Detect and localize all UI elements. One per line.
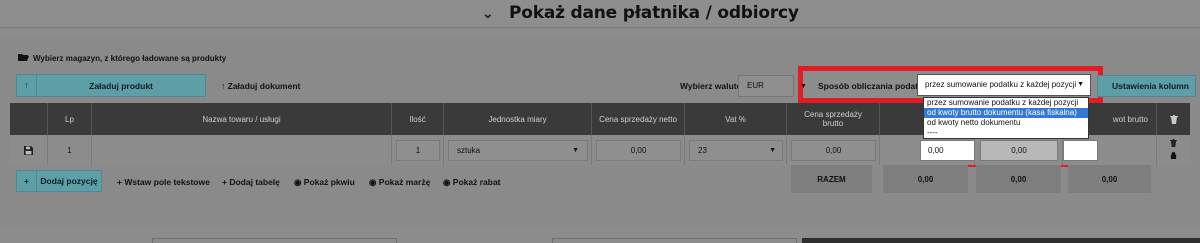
plus-icon: +	[17, 171, 37, 191]
total-gross: 0,00	[1068, 165, 1151, 193]
gross-value-input[interactable]	[1063, 140, 1098, 161]
th-gross-price: Cena sprzedaży brutto	[787, 103, 880, 135]
total-net: 0,00	[883, 165, 968, 193]
cell-name[interactable]	[92, 135, 392, 165]
tax-method-dropdown: przez sumowanie podatku z każdej pozycji…	[923, 97, 1089, 139]
lock-icon[interactable]	[1170, 152, 1177, 161]
folder-open-icon	[18, 53, 29, 63]
th-qty: Ilość	[392, 103, 444, 135]
caret-down-icon: ▼	[1077, 81, 1084, 88]
column-settings-button[interactable]: Ustawienia kolumn	[1097, 75, 1196, 97]
tax-method-label: Sposób obliczania podatku	[818, 81, 929, 91]
unit-select[interactable]: sztuka ▼	[448, 140, 588, 161]
cell-gross-value	[1063, 135, 1157, 165]
show-pkwiu-label: Pokaż pkwiu	[303, 177, 355, 187]
header-bar: ⌄ Pokaż dane płatnika / odbiorcy	[0, 0, 1200, 28]
save-icon[interactable]	[10, 135, 48, 165]
add-table-label: Dodaj tabelę	[229, 177, 280, 187]
tax-method-value: przez sumowanie podatku z każdej pozycji	[925, 80, 1077, 89]
load-document-label: Załaduj dokument	[227, 81, 301, 91]
warehouse-label: Wybierz magazyn, z którego ładowane są p…	[33, 53, 227, 63]
plus-icon: +	[222, 177, 227, 187]
upload-arrow-icon: ↑	[221, 81, 226, 91]
lower-section-edge	[552, 238, 797, 243]
load-product-label: Załaduj produkt	[89, 80, 153, 91]
page-title[interactable]: Pokaż dane płatnika / odbiorcy	[509, 3, 799, 23]
currency-select[interactable]: EUR	[738, 75, 794, 97]
chevron-down-icon[interactable]: ⌄	[482, 5, 494, 22]
th-vat: Vat %	[685, 103, 787, 135]
warehouse-selector[interactable]: Wybierz magazyn, z którego ładowane są p…	[18, 53, 226, 63]
dropdown-option[interactable]: od kwoty netto dokumentu	[924, 118, 1088, 128]
th-net-price: Cena sprzedaży netto	[592, 103, 685, 135]
currency-label: Wybierz walutę	[680, 81, 742, 91]
th-blank	[10, 103, 48, 135]
th-unit: Jednostka miary	[444, 103, 592, 135]
caret-down-icon: ▼	[769, 147, 776, 154]
show-discount-label: Pokaż rabat	[452, 177, 501, 187]
row-actions	[1157, 135, 1190, 165]
eye-icon: ◉	[294, 177, 302, 187]
insert-text-field-label: Wstaw pole tekstowe	[124, 177, 210, 187]
show-margin-label: Pokaż marżę	[378, 177, 431, 187]
eye-icon: ◉	[443, 177, 451, 187]
net-price-input[interactable]: 0,00	[596, 140, 681, 161]
dropdown-option[interactable]: ----	[924, 128, 1088, 138]
cell-lp: 1	[48, 135, 92, 165]
unit-value: sztuka	[457, 146, 481, 155]
vat-value-input[interactable]: 0,00	[980, 140, 1058, 161]
th-name: Nazwa towaru / usługi	[92, 103, 392, 135]
trash-icon[interactable]	[1170, 139, 1177, 149]
qty-input[interactable]: 1	[396, 140, 440, 161]
show-pkwiu-link[interactable]: ◉ Pokaż pkwiu	[294, 177, 355, 188]
show-margin-link[interactable]: ◉ Pokaż marżę	[369, 177, 430, 188]
cell-net-value: 0,00	[880, 135, 975, 165]
insert-text-field-link[interactable]: + Wstaw pole tekstowe	[117, 177, 210, 187]
cell-vat-value: 0,00	[975, 135, 1063, 165]
lower-section-edge	[152, 238, 397, 243]
upload-arrow-icon: ↑	[17, 75, 37, 96]
show-discount-link[interactable]: ◉ Pokaż rabat	[443, 177, 501, 188]
tax-method-select[interactable]: przez sumowanie podatku z każdej pozycji…	[917, 74, 1091, 96]
th-lp: Lp	[48, 103, 92, 135]
load-product-button[interactable]: ↑ Załaduj produkt	[16, 74, 206, 97]
net-value-input[interactable]: 0,00	[920, 140, 975, 161]
cell-qty: 1	[392, 135, 444, 165]
add-table-link[interactable]: + Dodaj tabelę	[222, 177, 280, 187]
totals-label: RAZEM	[791, 165, 872, 193]
cell-net-price: 0,00	[592, 135, 685, 165]
add-position-button[interactable]: + Dodaj pozycję	[16, 170, 102, 192]
trash-icon[interactable]	[1157, 103, 1190, 135]
vat-select[interactable]: 23 ▼	[689, 140, 783, 161]
eye-icon: ◉	[369, 177, 377, 187]
cell-unit: sztuka ▼	[444, 135, 592, 165]
cell-vat: 23 ▼	[685, 135, 787, 165]
cell-gross-price: 0,00	[787, 135, 880, 165]
plus-icon: +	[117, 177, 122, 187]
column-settings-label: Ustawienia kolumn	[1112, 81, 1189, 91]
total-vat: 0,00	[976, 165, 1061, 193]
caret-down-icon: ▼	[572, 147, 579, 154]
add-position-label: Dodaj pozycję	[40, 176, 98, 186]
vat-value: 23	[698, 146, 707, 155]
dropdown-option[interactable]: przez sumowanie podatku z każdej pozycji	[924, 98, 1088, 108]
load-document-link[interactable]: ↑ Załaduj dokument	[221, 81, 300, 91]
lower-section-edge	[802, 238, 1200, 243]
gross-price-input[interactable]: 0,00	[791, 140, 876, 161]
dropdown-option-selected[interactable]: od kwoty brutto dokumentu (kasa fiskalna…	[924, 108, 1088, 118]
caret-down-icon: ▼	[800, 83, 807, 90]
table-row: 1 1 sztuka ▼ 0,00 23 ▼ 0,00 0,00 0,00	[10, 135, 1190, 165]
